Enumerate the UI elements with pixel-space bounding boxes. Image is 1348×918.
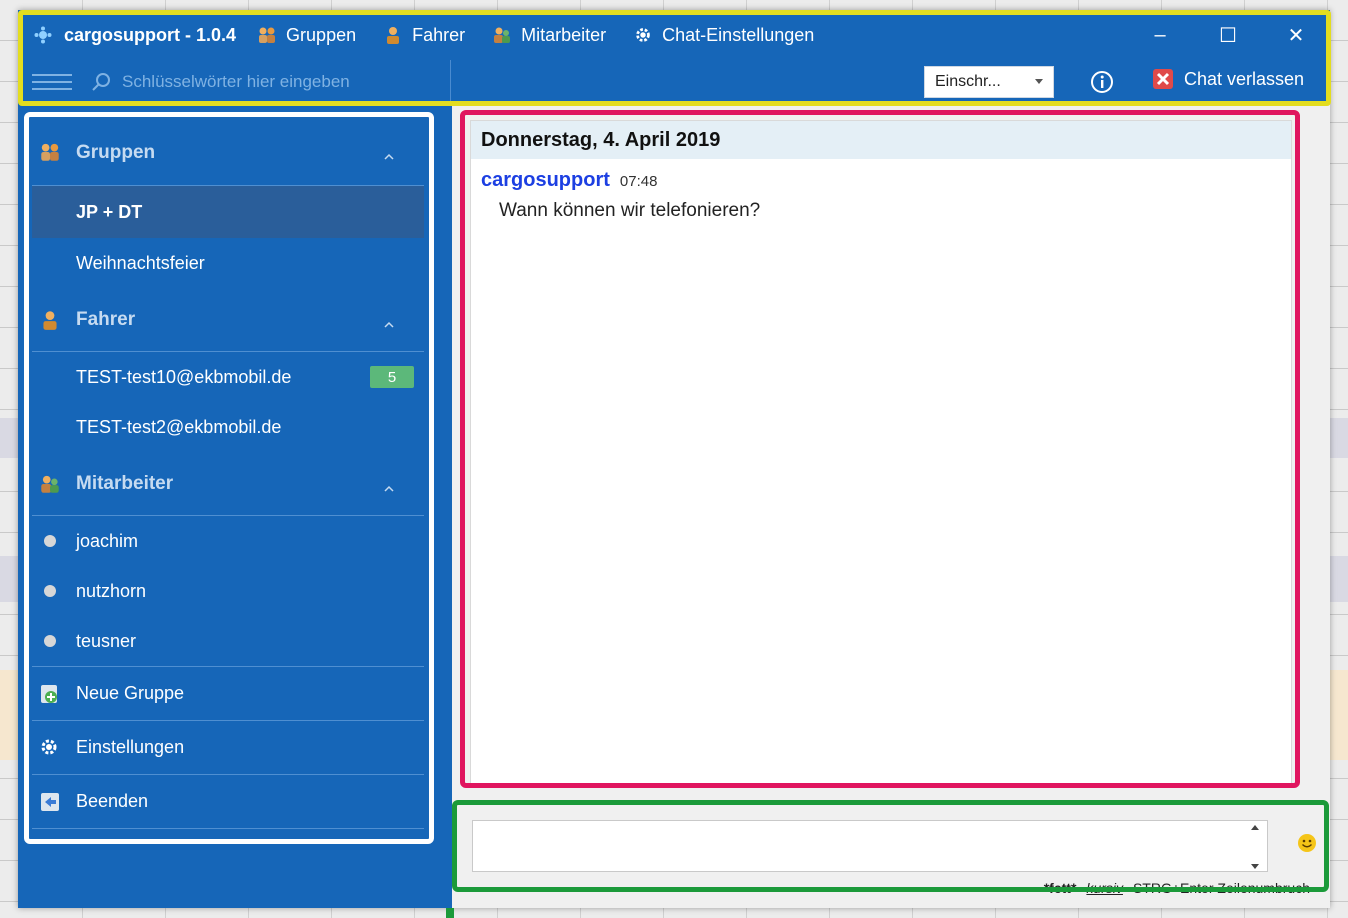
sidebar-item-employee[interactable]: teusner <box>32 616 424 666</box>
filter-dropdown[interactable]: Einschr... <box>924 66 1054 98</box>
toolbar-divider <box>450 60 451 104</box>
settings-label: Einstellungen <box>76 737 185 757</box>
formatting-hint: *fett* kursiv STRG+Enter Zeilenumbruch <box>1044 880 1310 896</box>
employee-icon <box>38 472 62 496</box>
unread-badge: 5 <box>370 366 414 388</box>
composer-scrollbar[interactable] <box>1247 825 1263 869</box>
day-header: Donnerstag, 4. April 2019 <box>471 121 1291 159</box>
emoji-icon[interactable] <box>1296 832 1318 854</box>
hamburger-menu-icon[interactable] <box>32 74 72 90</box>
sidebar-item-driver[interactable]: TEST-test10@ekbmobil.de 5 <box>32 352 424 402</box>
sidebar: Gruppen JP + DT Weihnachtsfeier Fahrer T… <box>32 120 424 840</box>
add-group-icon <box>38 682 62 706</box>
driver-icon <box>38 308 62 332</box>
chat-window: cargosupport - 1.0.4 Gruppen Fahrer Mita… <box>18 10 1330 908</box>
sidebar-item-employee[interactable]: joachim <box>32 516 424 566</box>
driver-label: TEST-test2@ekbmobil.de <box>76 416 282 437</box>
message-time: 07:48 <box>619 173 658 190</box>
window-controls: – ☐ ✕ <box>1126 10 1330 60</box>
sidebar-item-group[interactable]: Weihnachtsfeier <box>32 238 424 288</box>
message-header: cargosupport 07:48 <box>471 169 1291 192</box>
chevron-up-icon[interactable] <box>384 314 394 328</box>
status-dot-icon <box>44 535 56 547</box>
quit-button[interactable]: Beenden <box>32 774 424 828</box>
exit-icon <box>38 790 62 814</box>
group-icon <box>38 140 62 164</box>
sidebar-header-label: Fahrer <box>76 308 136 330</box>
filter-dropdown-value: Einschr... <box>935 73 1001 90</box>
sidebar-header-label: Gruppen <box>76 141 156 163</box>
menu-fahrer-label: Fahrer <box>412 24 466 45</box>
employee-label: teusner <box>76 630 137 651</box>
gear-icon <box>38 736 62 760</box>
quit-label: Beenden <box>76 791 149 811</box>
status-dot-icon <box>44 635 56 647</box>
maximize-button[interactable]: ☐ <box>1194 10 1262 60</box>
menu-mitarbeiter[interactable]: Mitarbeiter <box>491 24 606 46</box>
group-icon <box>256 24 278 46</box>
info-icon[interactable] <box>1090 70 1114 94</box>
title-bar: cargosupport - 1.0.4 Gruppen Fahrer Mita… <box>18 10 1330 60</box>
employee-label: nutzhorn <box>76 580 147 601</box>
search-input[interactable] <box>122 72 422 92</box>
menu-gruppen-label: Gruppen <box>286 24 357 45</box>
message-list[interactable]: Donnerstag, 4. April 2019 cargosupport 0… <box>470 120 1292 784</box>
new-group-label: Neue Gruppe <box>76 683 185 703</box>
search-icon <box>90 71 112 93</box>
sidebar-header-label: Mitarbeiter <box>76 472 174 494</box>
sidebar-divider <box>32 828 424 829</box>
message-input[interactable] <box>473 821 1241 869</box>
toolbar: Einschr... Chat verlassen <box>18 60 1330 104</box>
employee-label: joachim <box>76 530 139 551</box>
driver-label: TEST-test10@ekbmobil.de <box>76 366 292 387</box>
app-logo-icon <box>34 26 52 44</box>
sidebar-header-mitarbeiter[interactable]: Mitarbeiter <box>32 452 424 516</box>
driver-icon <box>382 24 404 46</box>
scroll-down-icon[interactable] <box>1251 864 1259 869</box>
close-button[interactable]: ✕ <box>1262 10 1330 60</box>
chevron-down-icon <box>1035 79 1043 84</box>
search-box <box>90 62 430 102</box>
sidebar-header-fahrer[interactable]: Fahrer <box>32 288 424 352</box>
status-dot-icon <box>44 585 56 597</box>
chevron-up-icon[interactable] <box>384 146 394 160</box>
leave-chat-label: Chat verlassen <box>1184 68 1305 89</box>
hint-line-break: STRG+Enter Zeilenumbruch <box>1132 880 1310 896</box>
chevron-up-icon[interactable] <box>384 478 394 492</box>
leave-icon <box>1152 68 1174 90</box>
sidebar-header-gruppen[interactable]: Gruppen <box>32 120 424 186</box>
menu-chat-einstellungen-label: Chat-Einstellungen <box>662 24 815 45</box>
sidebar-item-driver[interactable]: TEST-test2@ekbmobil.de <box>32 402 424 452</box>
employee-icon <box>491 24 513 46</box>
sidebar-item-employee[interactable]: nutzhorn <box>32 566 424 616</box>
message-composer <box>472 820 1268 872</box>
chat-pane: Donnerstag, 4. April 2019 cargosupport 0… <box>452 104 1330 908</box>
message-text: Wann können wir telefonieren? <box>499 200 761 221</box>
leave-chat-button[interactable]: Chat verlassen <box>1152 68 1304 90</box>
hint-bold: *fett* <box>1043 880 1077 896</box>
menu-gruppen[interactable]: Gruppen <box>256 24 356 46</box>
settings-button[interactable]: Einstellungen <box>32 720 424 774</box>
hint-italic: kursiv <box>1086 880 1123 896</box>
app-title: cargosupport - 1.0.4 <box>64 24 237 45</box>
sidebar-item-group[interactable]: JP + DT <box>32 186 424 238</box>
new-group-button[interactable]: Neue Gruppe <box>32 666 424 720</box>
message-author: cargosupport <box>481 169 610 191</box>
highlight-marker <box>446 908 454 918</box>
scroll-up-icon[interactable] <box>1251 825 1259 830</box>
menu-mitarbeiter-label: Mitarbeiter <box>521 24 607 45</box>
gear-icon <box>632 24 654 46</box>
menu-fahrer[interactable]: Fahrer <box>382 24 465 46</box>
minimize-button[interactable]: – <box>1126 10 1194 60</box>
menu-chat-einstellungen[interactable]: Chat-Einstellungen <box>632 24 814 46</box>
